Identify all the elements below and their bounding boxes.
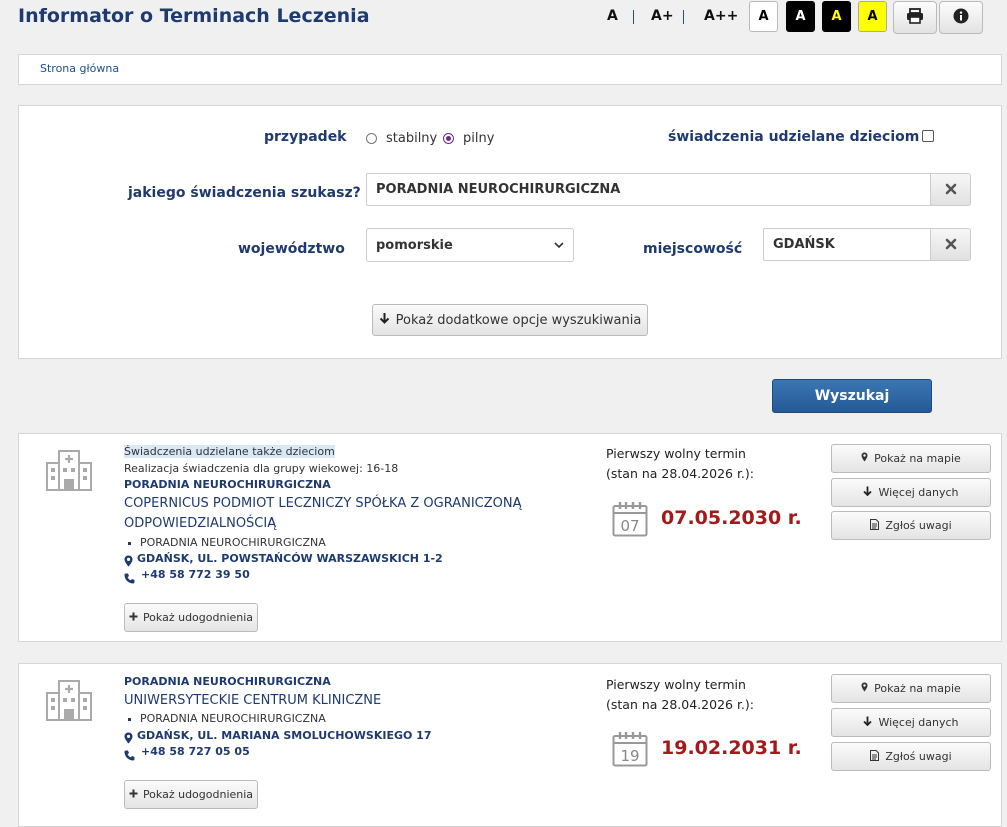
phone-icon	[124, 746, 135, 765]
map-marker-icon	[861, 682, 868, 695]
children-note: Świadczenia udzielane także dzieciom	[124, 445, 335, 458]
page-title: Informator o Terminach Leczenia	[18, 5, 370, 27]
address: GDAŃSK, UL. POWSTAŃCÓW WARSZAWSKICH 1-2	[137, 552, 443, 565]
print-button[interactable]	[893, 1, 937, 34]
first-term-label: Pierwszy wolny termin	[606, 446, 746, 461]
calendar-icon: 07	[612, 501, 648, 541]
show-amenities-button[interactable]: Pokaż udogodnienia	[124, 780, 258, 809]
phone-number[interactable]: +48 58 727 05 05	[141, 745, 250, 758]
contrast-black-white-button[interactable]: A	[786, 1, 815, 32]
breadcrumb	[18, 54, 1002, 85]
first-available-date: 19.02.2031 r.	[661, 737, 802, 759]
show-amenities-button[interactable]: Pokaż udogodnienia	[124, 603, 258, 632]
more-data-button[interactable]: Więcej danych	[831, 478, 991, 507]
map-marker-icon	[861, 452, 868, 465]
provider-name-line2: ODPOWIEDZIALNOŚCIĄ	[124, 516, 277, 531]
show-on-map-button[interactable]: Pokaż na mapie	[831, 674, 991, 703]
hospital-icon	[46, 449, 92, 495]
more-data-label: Więcej danych	[878, 486, 959, 499]
service-input[interactable]: PORADNIA NEUROCHIRURGICZNA	[366, 173, 931, 206]
children-label: świadczenia udzielane dzieciom	[668, 129, 920, 145]
chevron-down-icon	[554, 238, 564, 253]
case-radio-urgent-label[interactable]: pilny	[463, 131, 494, 146]
more-options-button[interactable]: Pokaż dodatkowe opcje wyszukiwania	[372, 304, 648, 336]
unit-name: PORADNIA NEUROCHIRURGICZNA	[140, 712, 326, 725]
list-bullet	[128, 542, 131, 545]
children-checkbox[interactable]	[922, 130, 934, 142]
plus-icon	[129, 611, 138, 624]
hospital-icon	[46, 679, 92, 725]
calendar-day: 07	[620, 517, 639, 535]
first-available-date: 07.05.2030 r.	[661, 507, 802, 529]
case-radio-stable-label[interactable]: stabilny	[386, 131, 437, 146]
phone-icon	[124, 569, 135, 588]
first-term-block: Pierwszy wolny termin (stan na 28.04.202…	[606, 675, 754, 715]
font-size-xlarge[interactable]: A++	[704, 8, 738, 24]
calendar-day: 19	[620, 747, 639, 765]
plus-icon	[129, 788, 138, 801]
font-size-separator	[633, 10, 634, 24]
breadcrumb-home-link[interactable]: Strona główna	[40, 62, 119, 75]
font-size-normal[interactable]: A	[607, 8, 618, 24]
document-icon	[870, 749, 880, 764]
show-amenities-label: Pokaż udogodnienia	[142, 611, 254, 624]
report-issue-label: Zgłoś uwagi	[885, 519, 952, 532]
service-clear-button[interactable]	[930, 173, 971, 206]
city-clear-button[interactable]	[930, 228, 971, 261]
address: GDAŃSK, UL. MARIANA SMOLUCHOWSKIEGO 17	[137, 729, 432, 742]
phone-number[interactable]: +48 58 772 39 50	[141, 568, 250, 581]
more-options-label: Pokaż dodatkowe opcje wyszukiwania	[395, 312, 642, 328]
report-issue-label: Zgłoś uwagi	[885, 750, 952, 763]
more-data-button[interactable]: Więcej danych	[831, 708, 991, 737]
arrow-down-icon	[863, 486, 873, 499]
contrast-default-button[interactable]: A	[749, 1, 778, 32]
first-term-label: Pierwszy wolny termin	[606, 677, 746, 692]
service-name: PORADNIA NEUROCHIRURGICZNA	[124, 478, 331, 491]
service-label: jakiego świadczenia szukasz?	[128, 185, 361, 201]
case-radio-urgent[interactable]	[443, 133, 454, 144]
font-size-separator	[683, 10, 684, 24]
search-button[interactable]: Wyszukaj	[772, 379, 932, 413]
voivodeship-label: województwo	[238, 241, 345, 257]
calendar-icon: 19	[612, 731, 648, 771]
printer-icon	[906, 7, 924, 28]
status-date-label: (stan na 28.04.2026 r.):	[606, 697, 754, 712]
case-radio-stable[interactable]	[366, 133, 377, 144]
more-data-label: Więcej danych	[878, 716, 959, 729]
close-icon	[945, 235, 957, 254]
close-icon	[945, 180, 957, 199]
provider-name-line1: COPERNICUS PODMIOT LECZNICZY SPÓŁKA Z OG…	[124, 496, 522, 511]
list-bullet	[128, 718, 131, 721]
status-date-label: (stan na 28.04.2026 r.):	[606, 466, 754, 481]
show-on-map-button[interactable]: Pokaż na mapie	[831, 444, 991, 473]
voivodeship-value: pomorskie	[376, 237, 453, 253]
unit-name: PORADNIA NEUROCHIRURGICZNA	[140, 536, 326, 549]
arrow-down-icon	[379, 312, 390, 328]
voivodeship-select[interactable]: pomorskie	[366, 228, 574, 262]
case-label: przypadek	[264, 129, 347, 145]
report-issue-button[interactable]: Zgłoś uwagi	[831, 511, 991, 540]
first-term-block: Pierwszy wolny termin (stan na 28.04.202…	[606, 444, 754, 484]
contrast-black-yellow-button[interactable]: A	[822, 1, 851, 32]
city-input[interactable]: GDAŃSK	[763, 228, 931, 261]
show-on-map-label: Pokaż na mapie	[874, 452, 961, 465]
info-button[interactable]	[939, 1, 983, 34]
provider-name: COPERNICUS PODMIOT LECZNICZY SPÓŁKA Z OG…	[124, 494, 522, 534]
contrast-yellow-black-button[interactable]: A	[858, 1, 887, 32]
provider-name: UNIWERSYTECKIE CENTRUM KLINICZNE	[124, 693, 382, 708]
service-name: PORADNIA NEUROCHIRURGICZNA	[124, 675, 331, 688]
show-on-map-label: Pokaż na mapie	[874, 682, 961, 695]
info-icon	[953, 8, 969, 28]
city-label: miejscowość	[643, 241, 743, 257]
arrow-down-icon	[863, 716, 873, 729]
font-size-large[interactable]: A+	[651, 8, 674, 24]
report-issue-button[interactable]: Zgłoś uwagi	[831, 742, 991, 771]
age-group: Realizacja świadczenia dla grupy wiekowe…	[124, 462, 399, 475]
document-icon	[870, 518, 880, 533]
show-amenities-label: Pokaż udogodnienia	[142, 788, 254, 801]
